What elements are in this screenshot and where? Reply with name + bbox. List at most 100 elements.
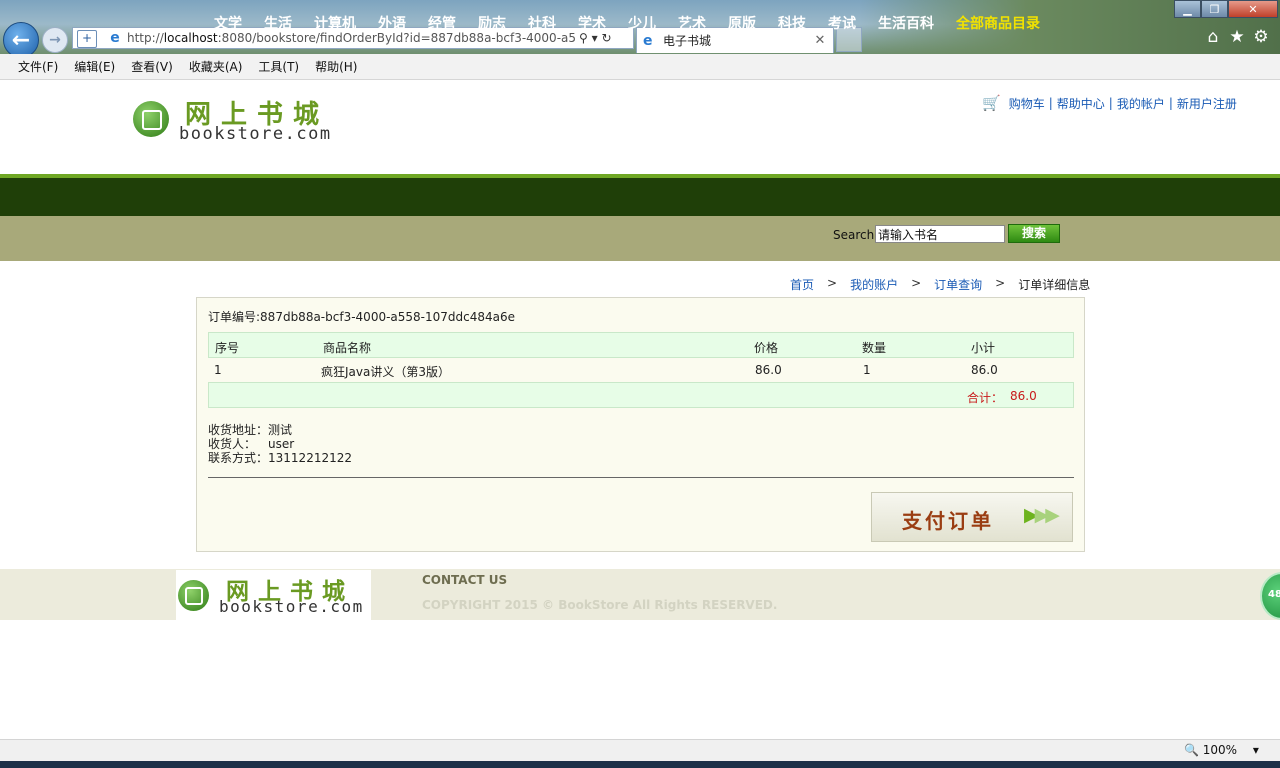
address-tools-icon[interactable]: ⚲ ▾ ↻ [579, 31, 612, 45]
contact-label: 联系方式： [208, 451, 269, 465]
receiver-line: 收货人： user [208, 437, 352, 451]
order-number-label: 订单编号: [208, 310, 261, 324]
chevron-down-icon[interactable]: ▾ [1253, 743, 1259, 757]
minimize-button[interactable]: ▁ [1174, 0, 1201, 18]
category-item[interactable]: 励志 [478, 13, 506, 33]
contact-value: 13112212122 [268, 451, 352, 465]
forward-button[interactable]: → [42, 27, 68, 53]
menu-edit[interactable]: 编辑(E) [74, 58, 115, 75]
address-value: 测试 [268, 423, 293, 437]
pay-order-label: 支付订单 [902, 509, 994, 533]
status-bar [0, 739, 1280, 762]
order-number: 订单编号:887db88a-bcf3-4000-a558-107ddc484a6… [208, 308, 515, 325]
category-item[interactable]: 少儿 [628, 13, 656, 33]
site-logo[interactable]: 网上书城 bookstore.com [133, 94, 343, 144]
ie-icon: e [110, 30, 120, 46]
category-item[interactable]: 艺术 [678, 13, 706, 33]
category-item[interactable]: 原版 [728, 13, 756, 33]
menu-tools[interactable]: 工具(T) [258, 58, 299, 75]
category-item[interactable]: 计算机 [314, 13, 356, 33]
back-button[interactable]: ← [3, 22, 39, 58]
receiver-label: 收货人： [208, 437, 257, 451]
total-value: 86.0 [1010, 389, 1037, 403]
ie-icon: e [643, 32, 653, 49]
category-item[interactable]: 生活 [264, 13, 292, 33]
shopping-cart-icon[interactable]: 🛒 [982, 94, 1001, 112]
search-input[interactable] [875, 225, 1005, 243]
contact-line: 联系方式：13112212122 [208, 451, 352, 465]
category-item[interactable]: 生活百科 [878, 13, 934, 33]
window-close-button[interactable]: ✕ [1228, 0, 1278, 18]
breadcrumb-separator: > [827, 276, 838, 290]
forward-arrow-icon: → [49, 32, 61, 48]
link-help-center[interactable]: 帮助中心 [1057, 95, 1105, 112]
cell-product-name: 疯狂Java讲义（第3版） [321, 365, 450, 379]
column-header-name: 商品名称 [323, 341, 372, 355]
category-item[interactable]: 文学 [214, 13, 242, 33]
link-my-account[interactable]: 我的帐户 [1117, 95, 1165, 112]
play-arrows-icon: ▶▶▶ [1024, 504, 1060, 526]
url-prefix: http:// [127, 31, 164, 45]
badge-count: 48 [1268, 589, 1280, 600]
link-separator: | [1168, 96, 1173, 110]
address-url[interactable]: http://localhost:8080/bookstore/findOrde… [127, 31, 575, 45]
column-header-price: 价格 [754, 341, 779, 355]
zoom-control[interactable]: 🔍 100% ▾ [1184, 743, 1259, 757]
browser-toolbar-icons: ⌂ ★ ⚙ [1204, 27, 1270, 47]
menu-help[interactable]: 帮助(H) [315, 58, 357, 75]
tab-label: 电子书城 [663, 34, 712, 48]
cell-qty: 1 [863, 363, 871, 377]
divider [208, 477, 1074, 478]
link-separator: | [1108, 96, 1113, 110]
link-register[interactable]: 新用户注册 [1177, 95, 1237, 112]
book-logo-icon [178, 580, 209, 611]
maximize-button[interactable]: ❐ [1201, 0, 1228, 18]
category-item[interactable]: 考试 [828, 13, 856, 33]
order-detail-panel: 订单编号:887db88a-bcf3-4000-a558-107ddc484a6… [196, 297, 1085, 552]
search-bar [0, 216, 1280, 261]
cell-price: 86.0 [755, 363, 782, 377]
os-taskbar [0, 761, 1280, 768]
breadcrumb: 首页 > 我的账户 > 订单查询 > 订单详细信息 [790, 276, 1090, 293]
breadcrumb-separator: > [995, 276, 1006, 290]
receiver-value: user [268, 437, 295, 451]
compatibility-icon[interactable]: + [77, 30, 97, 48]
pay-order-button[interactable]: 支付订单 ▶▶▶ [871, 492, 1073, 542]
menu-favorites[interactable]: 收藏夹(A) [189, 58, 243, 75]
category-nav [0, 174, 1280, 216]
home-icon[interactable]: ⌂ [1204, 27, 1222, 47]
order-items-table: 序号 商品名称 价格 数量 小计 1 疯狂Java讲义（第3版） 86.0 1 … [208, 332, 1074, 408]
total-label: 合计： [967, 391, 1004, 405]
category-all-products[interactable]: 全部商品目录 [956, 13, 1040, 33]
url-host: localhost [163, 31, 218, 45]
zoom-icon: 🔍 [1184, 743, 1199, 757]
menu-view[interactable]: 查看(V) [131, 58, 173, 75]
address-line: 收货地址：测试 [208, 423, 352, 437]
category-item[interactable]: 学术 [578, 13, 606, 33]
favorites-star-icon[interactable]: ★ [1228, 27, 1246, 47]
table-header: 序号 商品名称 价格 数量 小计 [208, 332, 1074, 358]
column-header-subtotal: 小计 [971, 341, 996, 355]
zoom-level: 100% [1202, 743, 1238, 757]
category-item[interactable]: 社科 [528, 13, 556, 33]
order-number-value: 887db88a-bcf3-4000-a558-107ddc484a6e [260, 310, 516, 324]
settings-gear-icon[interactable]: ⚙ [1252, 27, 1270, 47]
category-item[interactable]: 外语 [378, 13, 406, 33]
contact-us[interactable]: CONTACT US [422, 573, 507, 587]
breadcrumb-order-query[interactable]: 订单查询 [934, 276, 982, 293]
breadcrumb-my-account[interactable]: 我的账户 [850, 276, 898, 293]
menu-file[interactable]: 文件(F) [18, 58, 58, 75]
footer-logo-subtitle: bookstore.com [219, 597, 364, 616]
search-button[interactable]: 搜索 [1008, 224, 1060, 243]
category-item[interactable]: 经管 [428, 13, 456, 33]
book-logo-icon [133, 101, 169, 137]
category-item[interactable]: 科技 [778, 13, 806, 33]
category-list: 文学 生活 计算机 外语 经管 励志 社科 学术 少儿 艺术 原版 科技 考试 … [214, 13, 1062, 33]
receiver-info: 收货地址：测试 收货人： user 联系方式：13112212122 [208, 423, 352, 465]
close-icon[interactable]: ✕ [813, 33, 827, 48]
column-header-index: 序号 [215, 341, 240, 355]
breadcrumb-home[interactable]: 首页 [790, 276, 814, 293]
logo-subtitle: bookstore.com [179, 124, 332, 144]
copyright: COPYRIGHT 2015 © BookStore All Rights RE… [422, 598, 778, 612]
link-cart[interactable]: 购物车 [1009, 95, 1045, 112]
